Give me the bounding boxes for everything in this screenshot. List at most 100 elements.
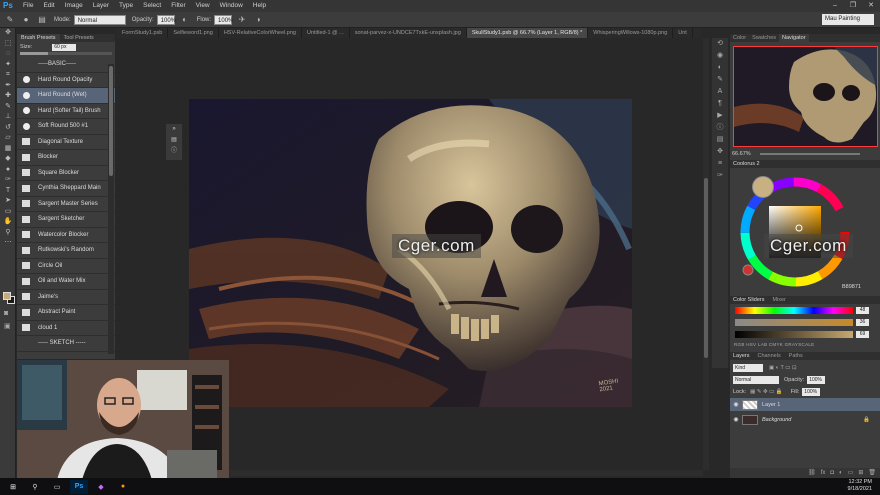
zoom-slider[interactable]: [760, 152, 861, 155]
app-taskbar-icon[interactable]: ◆: [92, 480, 110, 494]
saturation-value[interactable]: 36: [856, 319, 869, 326]
add-mask-icon[interactable]: ◘: [830, 468, 834, 478]
type-tool-icon[interactable]: T: [0, 186, 16, 197]
size-input[interactable]: 60 px: [52, 43, 77, 51]
workspace-select[interactable]: Mau Painting: [822, 14, 874, 25]
healing-tool-icon[interactable]: ✚: [0, 91, 16, 102]
info-icon[interactable]: ⓘ: [166, 146, 182, 157]
quick-select-tool-icon[interactable]: ✦: [0, 60, 16, 71]
brush-list-scrollbar[interactable]: [108, 64, 114, 354]
menu-layer[interactable]: Layer: [88, 0, 114, 12]
brush-preset-item[interactable]: Hard (Softer Tail) Brush: [17, 104, 115, 119]
adjust-panel-icon[interactable]: ◐: [712, 62, 728, 74]
brush-preset-item[interactable]: Cynthia Sheppard Main: [17, 181, 115, 197]
document-tab[interactable]: WhisperingWillows-1080p.png: [588, 28, 674, 38]
visibility-eye-icon[interactable]: ◉: [730, 401, 742, 408]
tab-color[interactable]: Color: [730, 34, 749, 42]
menu-help[interactable]: Help: [248, 0, 271, 12]
layer-name[interactable]: Background: [762, 417, 791, 423]
actions-panel-icon[interactable]: ▶: [712, 110, 728, 122]
zoom-value[interactable]: 66.67%: [732, 151, 751, 157]
paragraph-panel-icon[interactable]: ¶: [712, 98, 728, 110]
brush-preset-item[interactable]: Diagonal Texture: [17, 135, 115, 150]
brush-preset-item[interactable]: Hard Round Opacity: [17, 73, 115, 88]
menu-file[interactable]: File: [18, 0, 38, 12]
size-pressure-icon[interactable]: ◑: [252, 14, 264, 26]
opacity-input[interactable]: 100%: [156, 14, 176, 25]
task-view-icon[interactable]: ▭: [48, 480, 66, 494]
menu-window[interactable]: Window: [215, 0, 248, 12]
hand-tool-icon[interactable]: ✋: [0, 217, 16, 228]
saturation-slider[interactable]: [735, 319, 853, 326]
zoom-tool-icon[interactable]: ⚲: [0, 228, 16, 239]
history-panel-icon[interactable]: ⟲: [712, 38, 728, 50]
group-icon[interactable]: ▭: [848, 468, 854, 478]
tab-channels[interactable]: Channels: [754, 353, 783, 359]
brush-tool-icon[interactable]: ✎: [0, 102, 16, 113]
document-tab[interactable]: HSV-RelativeColorWheel.png: [219, 28, 302, 38]
dodge-tool-icon[interactable]: ●: [0, 165, 16, 176]
libraries-panel-icon[interactable]: ▤: [712, 134, 728, 146]
menu-view[interactable]: View: [191, 0, 215, 12]
brush-preset-item[interactable]: -----BASIC-----: [17, 57, 115, 73]
brush-preset-item[interactable]: Jaime's: [17, 290, 115, 305]
slider-modes[interactable]: RGB HSV LAB CMYK GRAYSCALE: [734, 342, 815, 347]
close-button[interactable]: ✕: [862, 0, 880, 12]
tab-paths[interactable]: Paths: [786, 353, 806, 359]
brush-preset-item[interactable]: Sargent Master Series: [17, 197, 115, 212]
document-tab[interactable]: SkullStudy1.psb @ 66.7% (Layer 1, RGB/8)…: [466, 28, 589, 38]
stamp-tool-icon[interactable]: ⊥: [0, 112, 16, 123]
opacity-pressure-icon[interactable]: ◐: [179, 14, 191, 26]
layer-style-icon[interactable]: fx: [821, 468, 826, 478]
menu-select[interactable]: Select: [138, 0, 166, 12]
eyedropper-tool-icon[interactable]: ✒: [0, 81, 16, 92]
maximize-button[interactable]: ❐: [844, 0, 862, 12]
clone-source-icon[interactable]: ✥: [712, 146, 728, 158]
layer-row[interactable]: ◉ Layer 1: [730, 398, 880, 411]
paths-panel-icon[interactable]: ✑: [712, 170, 728, 182]
layer-opacity-input[interactable]: 100%: [807, 375, 826, 384]
airbrush-icon[interactable]: ✈: [236, 14, 248, 26]
brightness-value[interactable]: 69: [856, 331, 869, 338]
photoshop-taskbar-icon[interactable]: Ps: [70, 479, 88, 494]
tab-mixer[interactable]: Mixer: [769, 297, 788, 303]
quick-mask-icon[interactable]: ◙: [4, 310, 8, 317]
panel-collapse-icon[interactable]: »: [166, 124, 182, 135]
lock-icons[interactable]: ▦ ✎ ✥ ▭ 🔒: [750, 389, 783, 395]
document-tab[interactable]: Selfieword1.png: [168, 28, 219, 38]
marquee-tool-icon[interactable]: ⬚: [0, 39, 16, 50]
brush-preset-item[interactable]: Square Blocker: [17, 166, 115, 181]
system-clock[interactable]: 12:32 PM 9/18/2021: [848, 479, 872, 493]
character-panel-icon[interactable]: A: [712, 86, 728, 98]
screen-mode-icon[interactable]: ▣: [4, 322, 11, 330]
filter-icons[interactable]: ▣ ◐ T ▭ ⊡: [769, 365, 797, 371]
brush-preset-item[interactable]: Circle Oil: [17, 259, 115, 274]
info-panel-icon[interactable]: ⓘ: [712, 122, 728, 134]
pen-tool-icon[interactable]: ✑: [0, 175, 16, 186]
menu-image[interactable]: Image: [60, 0, 88, 12]
firefox-taskbar-icon[interactable]: ●: [114, 480, 132, 494]
fill-input[interactable]: 100%: [802, 387, 821, 396]
lasso-tool-icon[interactable]: ◌: [0, 49, 16, 60]
canvas-vertical-scrollbar[interactable]: [703, 38, 709, 470]
blend-mode-select[interactable]: Normal: [733, 375, 779, 384]
gradient-tool-icon[interactable]: ▦: [0, 144, 16, 155]
tab-layers[interactable]: Layers: [730, 353, 753, 359]
canvas-horizontal-scrollbar[interactable]: [230, 470, 703, 476]
move-tool-icon[interactable]: ✥: [0, 28, 16, 39]
hue-slider[interactable]: [735, 307, 853, 314]
flow-input[interactable]: 100%: [214, 14, 233, 25]
eraser-tool-icon[interactable]: ▱: [0, 133, 16, 144]
document-tab[interactable]: Untitled-1 @ ...: [302, 28, 350, 38]
brush-settings-icon[interactable]: ✎: [712, 74, 728, 86]
hue-value[interactable]: 48: [856, 307, 869, 314]
brush-preset-item[interactable]: cloud 1: [17, 321, 115, 336]
menu-filter[interactable]: Filter: [166, 0, 190, 12]
tab-swatches[interactable]: Swatches: [749, 34, 779, 42]
menu-type[interactable]: Type: [114, 0, 138, 12]
properties-icon[interactable]: ▤: [166, 135, 182, 146]
crop-tool-icon[interactable]: ⌗: [0, 70, 16, 81]
layer-row[interactable]: ◉ Background 🔒: [730, 413, 880, 426]
layer-name[interactable]: Layer 1: [762, 402, 780, 408]
brush-panel-toggle-icon[interactable]: ▤: [36, 14, 48, 26]
